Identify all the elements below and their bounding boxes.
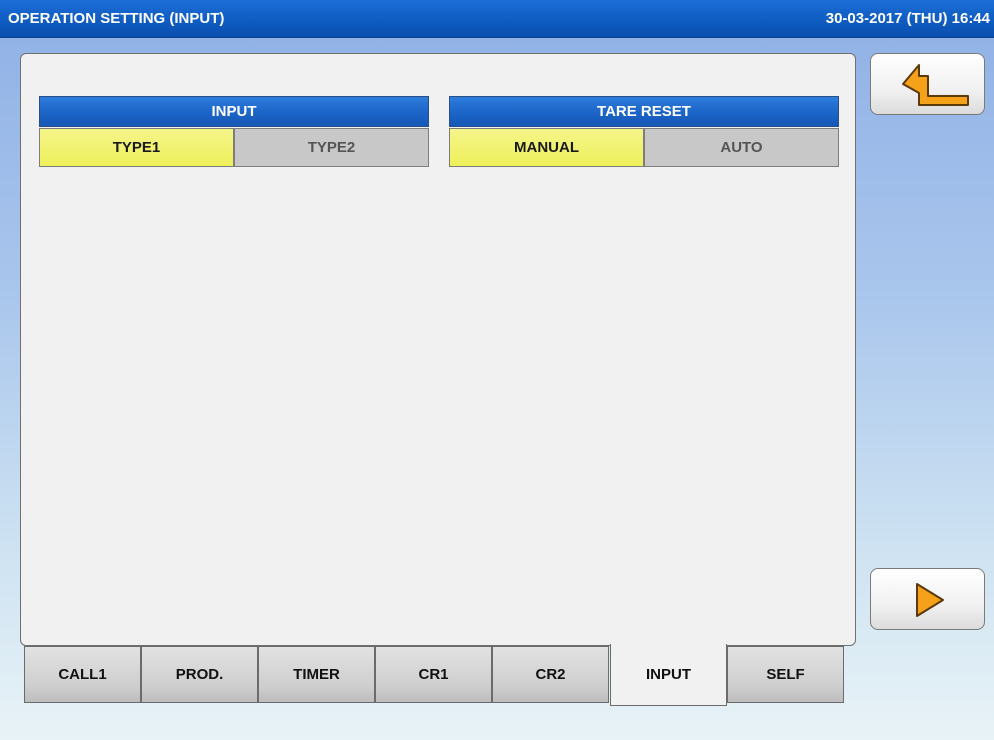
settings-panel: INPUT TYPE1 TYPE2 TARE RESET MANUAL AUTO: [20, 53, 856, 646]
input-type1-option[interactable]: TYPE1: [39, 128, 234, 167]
tab-cr1[interactable]: CR1: [375, 646, 492, 703]
tab-input[interactable]: INPUT: [610, 644, 727, 706]
tab-self[interactable]: SELF: [727, 646, 844, 703]
tare-reset-auto-option[interactable]: AUTO: [644, 128, 839, 167]
back-button[interactable]: [870, 53, 985, 115]
return-arrow-icon: [902, 64, 969, 106]
play-triangle-icon: [916, 583, 944, 617]
input-group: INPUT TYPE1 TYPE2: [39, 96, 429, 170]
tab-cr2[interactable]: CR2: [492, 646, 609, 703]
date-time-display: 30-03-2017 (THU) 16:44: [825, 10, 990, 27]
input-type2-option[interactable]: TYPE2: [234, 128, 429, 167]
page-title: OPERATION SETTING (INPUT): [8, 10, 225, 27]
tare-reset-manual-option[interactable]: MANUAL: [449, 128, 644, 167]
tab-bar: CALL1 PROD. TIMER CR1 CR2 INPUT SELF: [24, 644, 844, 706]
title-bar: OPERATION SETTING (INPUT) 30-03-2017 (TH…: [0, 0, 994, 38]
tare-reset-group-header: TARE RESET: [449, 96, 839, 127]
input-group-header: INPUT: [39, 96, 429, 127]
tab-timer[interactable]: TIMER: [258, 646, 375, 703]
tab-prod[interactable]: PROD.: [141, 646, 258, 703]
next-button[interactable]: [870, 568, 985, 630]
tab-call1[interactable]: CALL1: [24, 646, 141, 703]
tare-reset-group: TARE RESET MANUAL AUTO: [449, 96, 839, 170]
